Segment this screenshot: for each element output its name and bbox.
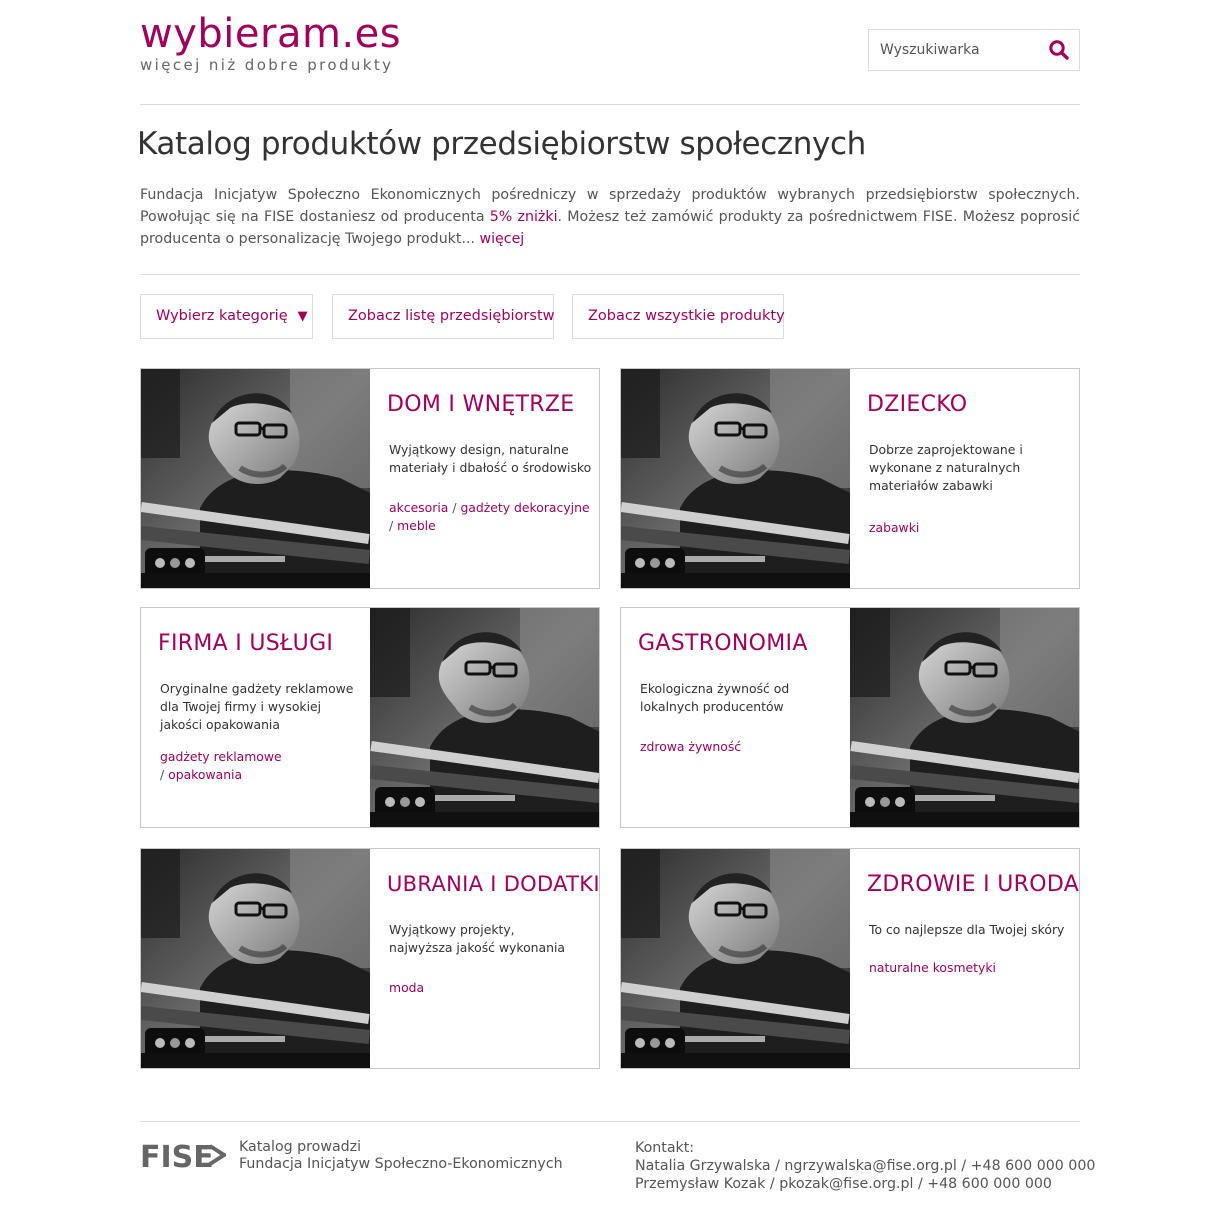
subcategory-links: akcesoria / gadżety dekoracyjne / meble	[389, 499, 594, 535]
category-card-ubrania[interactable]: UBRANIA I DODATKI Wyjątkowy projekty, na…	[140, 848, 600, 1069]
card-text: UBRANIA I DODATKI Wyjątkowy projekty, na…	[370, 849, 599, 1068]
footer-divider	[140, 1121, 1080, 1122]
companies-list-label: Zobacz listę przedsiębiorstw	[348, 308, 555, 324]
search-box	[868, 29, 1080, 71]
intro-text: Fundacja Inicjatyw Społeczno Ekonomiczny…	[140, 184, 1080, 250]
card-photo	[370, 607, 600, 828]
companies-list-button[interactable]: Zobacz listę przedsiębiorstw	[332, 294, 554, 339]
search-input[interactable]	[869, 30, 1039, 70]
footer-org-line2: Fundacja Inicjatyw Społeczno-Ekonomiczny…	[239, 1156, 563, 1172]
subcategory-link[interactable]: gadżety reklamowe	[160, 749, 282, 764]
category-title[interactable]: UBRANIA I DODATKI	[387, 872, 599, 896]
subcategory-links: moda	[389, 979, 594, 997]
footer-organization: Katalog prowadzi Fundacja Inicjatyw Społ…	[239, 1139, 563, 1173]
subcategory-link[interactable]: meble	[397, 518, 436, 533]
subcategory-link[interactable]: moda	[389, 980, 424, 995]
category-description: Wyjątkowy design, naturalne materiały i …	[389, 442, 592, 475]
subcategory-links: gadżety reklamowe / opakowania	[160, 748, 365, 784]
contact-line: Przemysław Kozak / pkozak@fise.org.pl / …	[635, 1176, 1052, 1192]
category-dropdown-button[interactable]: Wybierz kategorię ▼	[140, 294, 313, 339]
subcategory-links: naturalne kosmetyki	[869, 959, 1074, 977]
fise-logo[interactable]: FISE	[140, 1140, 228, 1175]
subcategory-links: zabawki	[869, 519, 1074, 537]
category-title[interactable]: DOM I WNĘTRZE	[387, 392, 574, 417]
category-title[interactable]: ZDROWIE I URODA	[867, 872, 1079, 897]
category-card-zdrowie[interactable]: ZDROWIE I URODA To co najlepsze dla Twoj…	[620, 848, 1080, 1069]
footer-org-line1: Katalog prowadzi	[239, 1139, 362, 1155]
logo-title: wybieram.es	[140, 11, 402, 57]
card-text: DOM I WNĘTRZE Wyjątkowy design, naturaln…	[370, 369, 599, 588]
page-title: Katalog produktów przedsiębiorstw społec…	[137, 126, 866, 162]
card-text: GASTRONOMIA Ekologiczna żywność od lokal…	[621, 608, 851, 827]
subcategory-link[interactable]: akcesoria	[389, 500, 448, 515]
category-card-firma[interactable]: FIRMA I USŁUGI Oryginalne gadżety reklam…	[140, 607, 600, 828]
card-text: FIRMA I USŁUGI Oryginalne gadżety reklam…	[141, 608, 371, 827]
category-description: Oryginalne gadżety reklamowe dla Twojej …	[160, 681, 354, 732]
card-photo	[140, 848, 370, 1069]
category-title[interactable]: GASTRONOMIA	[638, 631, 808, 656]
card-text: DZIECKO Dobrze zaprojektowane i wykonane…	[850, 369, 1079, 588]
intro-divider	[140, 274, 1080, 275]
all-products-button[interactable]: Zobacz wszystkie produkty	[572, 294, 785, 339]
category-card-dom[interactable]: DOM I WNĘTRZE Wyjątkowy design, naturaln…	[140, 368, 600, 589]
category-description: Ekologiczna żywność od lokalnych produce…	[640, 681, 790, 714]
footer-contact: Kontakt: Natalia Grzywalska / ngrzywalsk…	[635, 1139, 1095, 1193]
category-title[interactable]: FIRMA I USŁUGI	[158, 631, 333, 656]
subcategory-link[interactable]: naturalne kosmetyki	[869, 960, 996, 975]
category-description: Dobrze zaprojektowane i wykonane z natur…	[869, 442, 1023, 493]
subcategory-link[interactable]: opakowania	[168, 767, 242, 782]
card-photo	[850, 607, 1080, 828]
discount-highlight: 5% zniżki	[489, 209, 558, 225]
link-separator: /	[389, 518, 398, 533]
card-photo	[620, 368, 850, 589]
card-photo	[140, 368, 370, 589]
category-dropdown-label: Wybierz kategorię	[156, 308, 288, 324]
contact-label: Kontakt:	[635, 1140, 695, 1156]
more-link[interactable]: więcej	[480, 231, 525, 247]
site-logo[interactable]: wybieram.es więcej niż dobre produkty	[140, 10, 401, 74]
subcategory-link[interactable]: gadżety dekoracyjne	[460, 500, 589, 515]
logo-tagline: więcej niż dobre produkty	[140, 56, 394, 74]
subcategory-links: zdrowa żywność	[640, 738, 845, 756]
category-card-gastronomia[interactable]: GASTRONOMIA Ekologiczna żywność od lokal…	[620, 607, 1080, 828]
svg-text:FISE: FISE	[140, 1140, 214, 1170]
triangle-down-icon: ▼	[297, 309, 308, 324]
search-icon[interactable]	[1047, 38, 1071, 62]
all-products-label: Zobacz wszystkie produkty	[588, 308, 785, 324]
contact-line: Natalia Grzywalska / ngrzywalska@fise.or…	[635, 1158, 1096, 1174]
card-photo	[620, 848, 850, 1069]
link-separator: /	[160, 767, 169, 782]
category-title[interactable]: DZIECKO	[867, 392, 967, 417]
card-text: ZDROWIE I URODA To co najlepsze dla Twoj…	[850, 849, 1079, 1068]
link-separator: /	[448, 500, 461, 515]
category-description: Wyjątkowy projekty, najwyższa jakość wyk…	[389, 922, 566, 955]
category-card-dziecko[interactable]: DZIECKO Dobrze zaprojektowane i wykonane…	[620, 368, 1080, 589]
subcategory-link[interactable]: zabawki	[869, 520, 919, 535]
subcategory-link[interactable]: zdrowa żywność	[640, 739, 741, 754]
header-divider	[140, 104, 1080, 105]
category-description: To co najlepsze dla Twojej skóry	[869, 922, 1065, 937]
